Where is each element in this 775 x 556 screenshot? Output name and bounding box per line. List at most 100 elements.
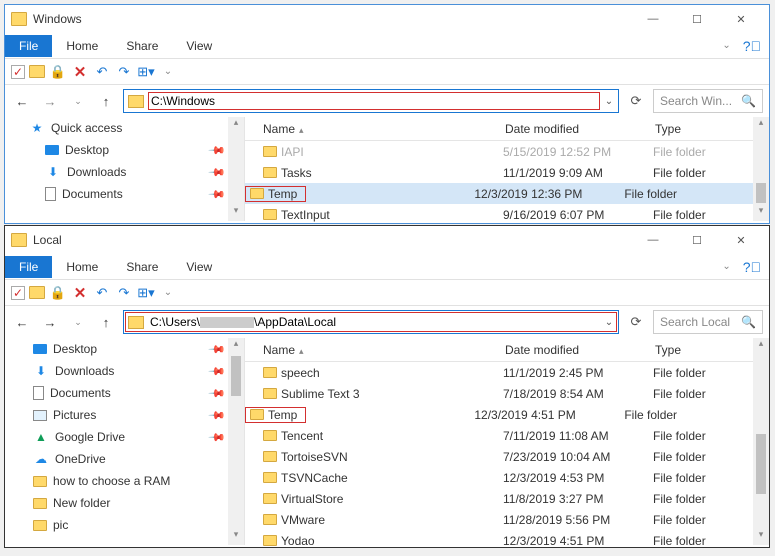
delete-icon[interactable]: ✕ <box>71 63 89 81</box>
column-headers[interactable]: Name▴ Date modified Type <box>245 117 769 141</box>
redo-icon[interactable]: ↷ <box>115 63 133 81</box>
delete-icon[interactable]: ✕ <box>71 284 89 302</box>
search-input[interactable]: Search Local 🔍 <box>653 310 763 334</box>
tab-home[interactable]: Home <box>52 256 112 278</box>
forward-button[interactable]: → <box>39 90 61 112</box>
table-row[interactable]: TortoiseSVN7/23/2019 10:04 AMFile folder <box>245 446 769 467</box>
refresh-button[interactable]: ⟳ <box>625 93 647 109</box>
maximize-button[interactable]: ☐ <box>675 226 719 254</box>
toolbar-dropdown-icon[interactable]: ⌄ <box>159 284 177 302</box>
redo-icon[interactable]: ↷ <box>115 284 133 302</box>
help-icon[interactable]: ?⃝ <box>735 259 769 275</box>
search-input[interactable]: Search Win... 🔍 <box>653 89 763 113</box>
address-text[interactable]: C:\Users\\AppData\Local <box>148 313 600 331</box>
sidebar-item-downloads[interactable]: ⬇Downloads📌 <box>5 360 244 382</box>
up-button[interactable]: ↑ <box>95 90 117 112</box>
pin-icon: 📌 <box>208 163 227 182</box>
column-name[interactable]: Name▴ <box>245 343 505 357</box>
content-scrollbar[interactable]: ▴▾ <box>753 338 769 545</box>
table-row[interactable]: Sublime Text 37/18/2019 8:54 AMFile fold… <box>245 383 769 404</box>
titlebar[interactable]: Local — ☐ ✕ <box>5 226 769 254</box>
sidebar-item-downloads[interactable]: ⬇Downloads📌 <box>5 161 244 183</box>
address-bar[interactable]: C:\Users\\AppData\Local ⌄ <box>123 310 619 334</box>
tab-view[interactable]: View <box>172 256 226 278</box>
titlebar[interactable]: Windows — ☐ ✕ <box>5 5 769 33</box>
recent-dropdown-icon[interactable]: ⌄ <box>67 311 89 333</box>
tab-view[interactable]: View <box>172 35 226 57</box>
sidebar-item-quick-access[interactable]: ★Quick access <box>5 117 244 139</box>
refresh-button[interactable]: ⟳ <box>625 314 647 330</box>
address-text[interactable]: C:\Windows <box>148 92 600 110</box>
column-date[interactable]: Date modified <box>505 122 655 136</box>
undo-icon[interactable]: ↶ <box>93 284 111 302</box>
ribbon: File Home Share View ⌄ ?⃝ <box>5 33 769 59</box>
file-tab[interactable]: File <box>5 256 52 278</box>
document-icon <box>45 187 56 201</box>
folder-icon[interactable] <box>29 286 45 299</box>
address-dropdown-icon[interactable]: ⌄ <box>600 96 618 107</box>
lock-icon[interactable]: 🔒 <box>49 284 67 302</box>
table-row[interactable]: Yodao12/3/2019 4:51 PMFile folder <box>245 530 769 551</box>
properties-icon[interactable]: ⊞▾ <box>137 284 155 302</box>
sidebar-item-how-to-choose-a-ram[interactable]: how to choose a RAM <box>5 470 244 492</box>
sidebar-item-onedrive[interactable]: ☁OneDrive <box>5 448 244 470</box>
column-type[interactable]: Type <box>655 122 769 136</box>
sidebar-scrollbar[interactable]: ▴▾ <box>228 338 244 545</box>
folder-icon[interactable] <box>29 65 45 78</box>
table-row[interactable]: IAPI5/15/2019 12:52 PMFile folder <box>245 141 769 162</box>
sidebar-item-pictures[interactable]: Pictures📌 <box>5 404 244 426</box>
address-dropdown-icon[interactable]: ⌄ <box>600 317 618 328</box>
table-row[interactable]: Temp12/3/2019 4:51 PMFile folder <box>245 404 769 425</box>
undo-icon[interactable]: ↶ <box>93 63 111 81</box>
sidebar-item-desktop[interactable]: Desktop📌 <box>5 139 244 161</box>
minimize-button[interactable]: — <box>631 5 675 33</box>
table-row[interactable]: speech11/1/2019 2:45 PMFile folder <box>245 362 769 383</box>
close-button[interactable]: ✕ <box>719 226 763 254</box>
sidebar-item-new-folder[interactable]: New folder <box>5 492 244 514</box>
lock-icon[interactable]: 🔒 <box>49 63 67 81</box>
close-button[interactable]: ✕ <box>719 5 763 33</box>
ribbon-collapse-icon[interactable]: ⌄ <box>718 40 734 51</box>
sidebar-item-google-drive[interactable]: ▲Google Drive📌 <box>5 426 244 448</box>
file-tab[interactable]: File <box>5 35 52 57</box>
column-name[interactable]: Name▴ <box>245 122 505 136</box>
toolbar-dropdown-icon[interactable]: ⌄ <box>159 63 177 81</box>
content-scrollbar[interactable]: ▴▾ <box>753 117 769 221</box>
sidebar-item-pic[interactable]: pic <box>5 514 244 536</box>
sidebar-item-documents[interactable]: Documents📌 <box>5 382 244 404</box>
address-bar[interactable]: C:\Windows ⌄ <box>123 89 619 113</box>
checkbox-checked-icon[interactable] <box>11 65 25 79</box>
column-type[interactable]: Type <box>655 343 769 357</box>
sidebar-item-documents[interactable]: Documents📌 <box>5 183 244 205</box>
table-row[interactable]: VMware11/28/2019 5:56 PMFile folder <box>245 509 769 530</box>
back-button[interactable]: ← <box>11 90 33 112</box>
table-row[interactable]: Tencent7/11/2019 11:08 AMFile folder <box>245 425 769 446</box>
file-name: Temp <box>268 408 303 422</box>
minimize-button[interactable]: — <box>631 226 675 254</box>
search-icon: 🔍 <box>741 315 756 329</box>
table-row[interactable]: TSVNCache12/3/2019 4:53 PMFile folder <box>245 467 769 488</box>
table-row[interactable]: Temp12/3/2019 12:36 PMFile folder <box>245 183 769 204</box>
forward-button[interactable]: → <box>39 311 61 333</box>
tab-share[interactable]: Share <box>112 35 172 57</box>
tab-share[interactable]: Share <box>112 256 172 278</box>
column-headers[interactable]: Name▴ Date modified Type <box>245 338 769 362</box>
maximize-button[interactable]: ☐ <box>675 5 719 33</box>
table-row[interactable]: Tasks11/1/2019 9:09 AMFile folder <box>245 162 769 183</box>
tab-home[interactable]: Home <box>52 35 112 57</box>
checkbox-checked-icon[interactable] <box>11 286 25 300</box>
properties-icon[interactable]: ⊞▾ <box>137 63 155 81</box>
column-date[interactable]: Date modified <box>505 343 655 357</box>
help-icon[interactable]: ?⃝ <box>735 38 769 54</box>
table-row[interactable]: VirtualStore11/8/2019 3:27 PMFile folder <box>245 488 769 509</box>
fold-icon <box>33 520 47 531</box>
file-name: Sublime Text 3 <box>281 387 503 401</box>
ribbon-collapse-icon[interactable]: ⌄ <box>718 261 734 272</box>
file-type: File folder <box>624 408 769 422</box>
back-button[interactable]: ← <box>11 311 33 333</box>
sidebar-scrollbar[interactable]: ▴▾ <box>228 117 244 221</box>
sidebar-item-desktop[interactable]: Desktop📌 <box>5 338 244 360</box>
up-button[interactable]: ↑ <box>95 311 117 333</box>
table-row[interactable]: TextInput9/16/2019 6:07 PMFile folder <box>245 204 769 225</box>
recent-dropdown-icon[interactable]: ⌄ <box>67 90 89 112</box>
